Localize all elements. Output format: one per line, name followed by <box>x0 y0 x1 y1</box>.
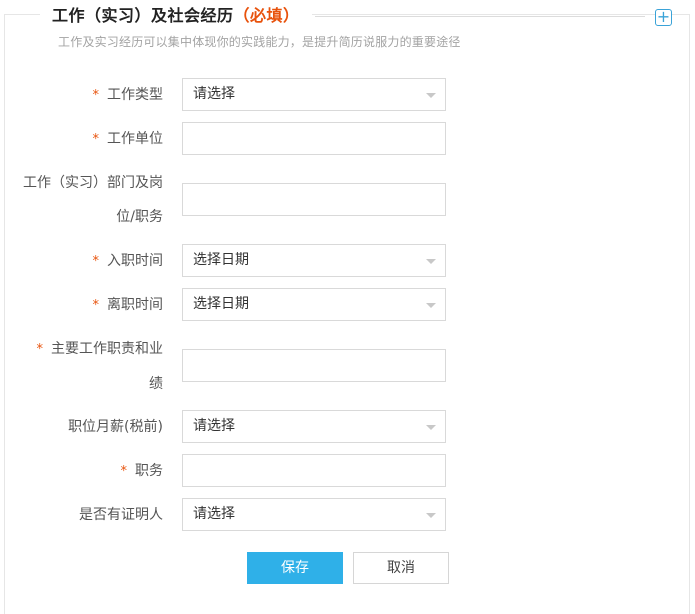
duties-label: * 主要工作职责和业绩 <box>13 332 164 401</box>
position-input[interactable] <box>182 454 446 487</box>
start-date-label-text: 入职时间 <box>107 253 163 269</box>
save-button[interactable]: 保存 <box>247 552 343 584</box>
section-title: 工作（实习）及社会经历（必填） <box>40 5 312 27</box>
job-type-value: 请选择 <box>193 86 235 102</box>
salary-label: 职位月薪(税前) <box>68 419 163 435</box>
position-label-text: 职务 <box>135 463 163 479</box>
job-type-select[interactable]: 请选择 <box>182 78 446 111</box>
employer-input[interactable] <box>182 122 446 155</box>
start-date-label: * 入职时间 <box>13 244 164 279</box>
section-subtitle: 工作及实习经历可以集中体现你的实践能力，是提升简历说服力的重要途径 <box>58 35 461 49</box>
required-star: * <box>36 342 44 357</box>
duties-input[interactable] <box>182 349 446 382</box>
chevron-down-icon <box>426 93 436 98</box>
end-date-value: 选择日期 <box>193 296 249 312</box>
chevron-down-icon <box>426 303 436 308</box>
required-star: * <box>92 254 100 269</box>
duties-label-line1: 主要工作职责和业 <box>51 341 163 357</box>
chevron-down-icon <box>426 513 436 518</box>
reference-label: 是否有证明人 <box>79 507 163 523</box>
department-label-line1: 工作（实习）部门及岗 <box>23 175 163 191</box>
reference-value: 请选择 <box>193 506 235 522</box>
required-star: * <box>92 298 100 313</box>
required-tag: （必填） <box>233 6 300 25</box>
section-title-text: 工作（实习）及社会经历 <box>52 6 234 25</box>
start-date-picker[interactable]: 选择日期 <box>182 244 446 277</box>
plus-icon[interactable]: + <box>655 9 672 26</box>
salary-select[interactable]: 请选择 <box>182 410 446 443</box>
required-star: * <box>92 88 100 103</box>
end-date-label-text: 离职时间 <box>107 297 163 313</box>
start-date-value: 选择日期 <box>193 252 249 268</box>
department-label: 工作（实习）部门及岗位/职务 <box>13 166 163 234</box>
required-star: * <box>92 132 100 147</box>
chevron-down-icon <box>426 425 436 430</box>
chevron-down-icon <box>426 259 436 264</box>
end-date-label: * 离职时间 <box>13 288 164 323</box>
duties-label-line2: 绩 <box>149 376 163 392</box>
end-date-picker[interactable]: 选择日期 <box>182 288 446 321</box>
cancel-button[interactable]: 取消 <box>353 552 449 584</box>
employer-label-text: 工作单位 <box>107 131 163 147</box>
reference-select[interactable]: 请选择 <box>182 498 446 531</box>
header-divider <box>315 16 645 17</box>
department-input[interactable] <box>182 183 446 216</box>
salary-value: 请选择 <box>193 418 235 434</box>
job-type-label-text: 工作类型 <box>107 87 163 103</box>
job-type-label: * 工作类型 <box>13 78 164 113</box>
position-label: * 职务 <box>13 454 164 489</box>
required-star: * <box>120 464 128 479</box>
department-label-line2: 位/职务 <box>116 209 163 225</box>
employer-label: * 工作单位 <box>13 122 164 157</box>
